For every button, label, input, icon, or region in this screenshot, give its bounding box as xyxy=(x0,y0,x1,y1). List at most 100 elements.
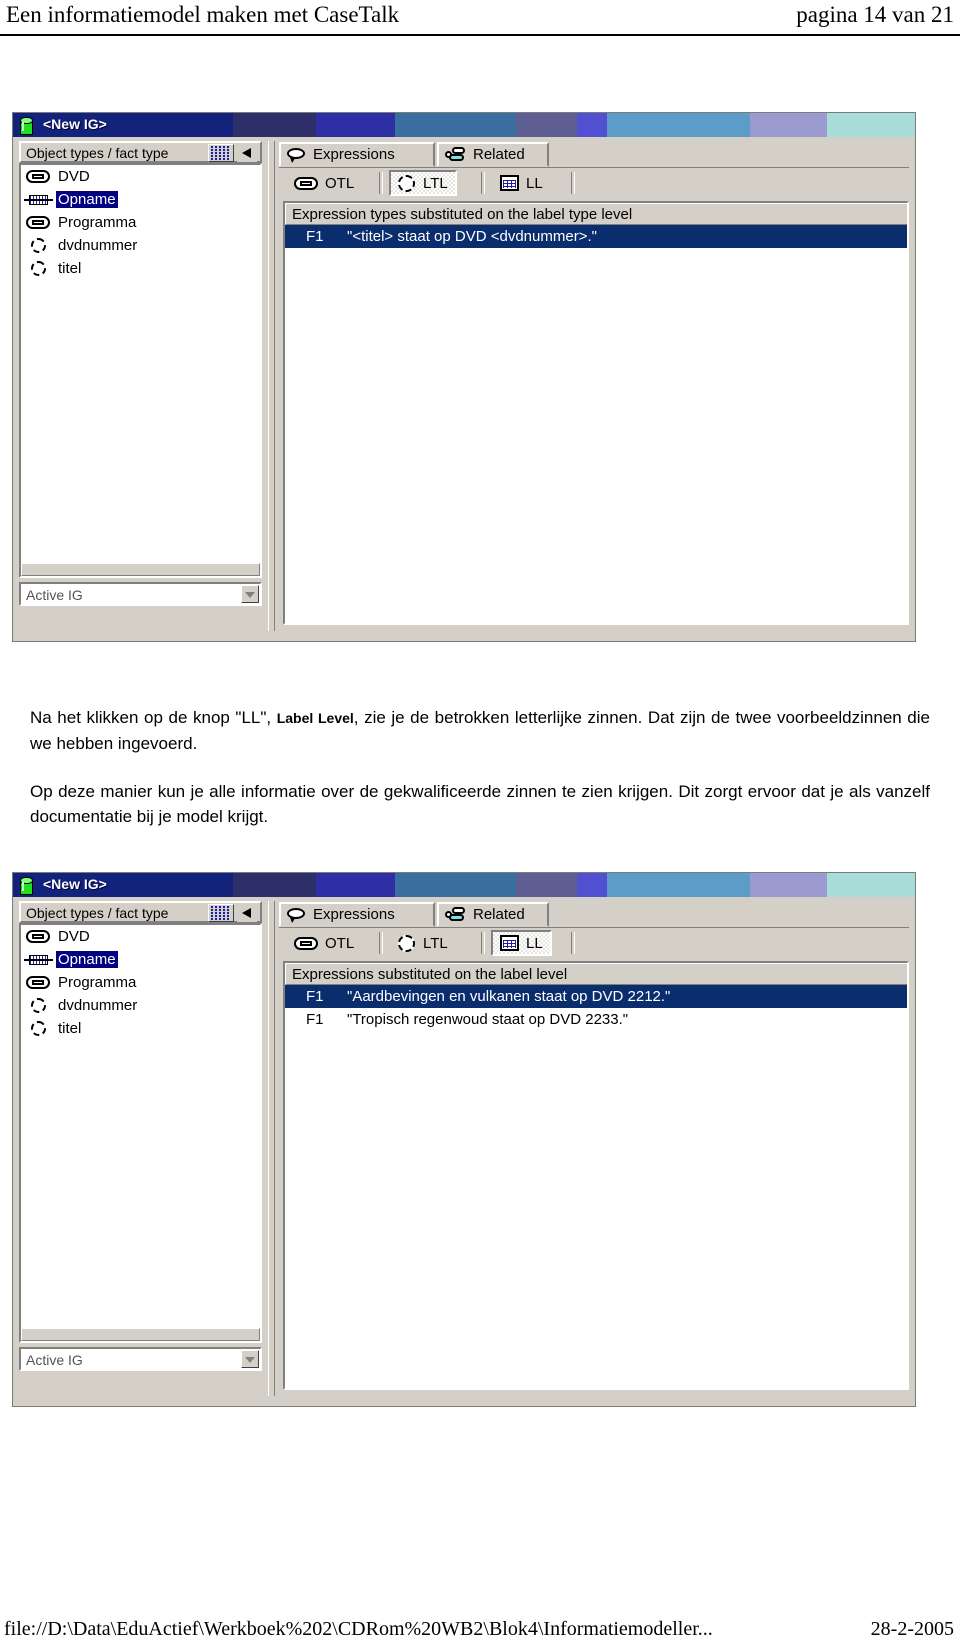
list-item[interactable]: dvdnummer xyxy=(21,234,260,257)
paragraph-1-emphasis: Label Level xyxy=(276,710,354,726)
label-type-icon xyxy=(398,174,416,192)
toolbar-separator xyxy=(481,172,485,194)
object-browser-header-1: Object types / fact type xyxy=(19,141,262,163)
table-grid-icon xyxy=(500,175,519,191)
tabstrip-2: Expressions Related xyxy=(279,901,909,928)
list-item-label: dvdnummer xyxy=(58,997,138,1014)
paragraph-1-part-1: Na het klikken op de knop "LL", xyxy=(30,708,277,727)
expression-code: F1 xyxy=(306,1011,324,1028)
list-item-label: titel xyxy=(58,1020,82,1037)
chevron-down-icon-1[interactable] xyxy=(241,585,259,603)
expressions-panel-1: Expressions Related OTL LTL LL Expressio… xyxy=(279,141,909,631)
object-type-list-2[interactable]: DVD Opname Programma dvdnummer titel xyxy=(19,923,262,1343)
tab-expressions-2[interactable]: Expressions xyxy=(279,902,435,927)
expression-text: "Tropisch regenwoud staat op DVD 2233." xyxy=(347,1011,629,1028)
tab-related-2[interactable]: Related xyxy=(437,902,549,927)
list-item-label: Programma xyxy=(58,974,137,991)
button-otl-1[interactable]: OTL xyxy=(285,170,364,196)
list-item[interactable]: dvdnummer xyxy=(21,994,260,1017)
object-type-list-1[interactable]: DVD Opname Programma dvdnummer titel xyxy=(19,163,262,578)
button-otl-2[interactable]: OTL xyxy=(285,930,364,956)
active-ig-dropdown-1[interactable]: Active IG xyxy=(19,582,262,606)
tab-expressions-1[interactable]: Expressions xyxy=(279,142,435,167)
chevron-down-icon-2[interactable] xyxy=(241,1350,259,1368)
object-type-icon xyxy=(294,936,318,951)
button-otl-label-2: OTL xyxy=(325,934,355,952)
list-item-label: dvdnummer xyxy=(58,237,138,254)
paragraph-2: Op deze manier kun je alle informatie ov… xyxy=(30,779,930,829)
expression-text: "Aardbevingen en vulkanen staat op DVD 2… xyxy=(347,988,671,1005)
toolbar-separator xyxy=(481,932,485,954)
table-row[interactable]: F1 "Tropisch regenwoud staat op DVD 2233… xyxy=(285,1008,907,1031)
paragraph-1: Na het klikken op de knop "LL", Label Le… xyxy=(30,705,930,756)
button-otl-label-1: OTL xyxy=(325,174,355,192)
object-browser-panel-1: Object types / fact type DVD Opname Prog… xyxy=(19,141,262,606)
horizontal-scrollbar-1[interactable] xyxy=(21,563,260,576)
list-item-label: Opname xyxy=(56,191,118,208)
paragraph-2-text: Op deze manier kun je alle informatie ov… xyxy=(30,782,930,826)
list-item[interactable]: Opname xyxy=(21,188,260,211)
toolbar-separator xyxy=(571,172,575,194)
window-titlebar-1[interactable]: <New IG> xyxy=(13,113,915,137)
grid-view-icon-1[interactable] xyxy=(208,144,234,162)
list-item-label: Programma xyxy=(58,214,137,231)
list-item-label: DVD xyxy=(58,928,90,945)
window-title-2: <New IG> xyxy=(43,876,107,892)
button-ll-label-1: LL xyxy=(526,174,543,192)
toolbar-separator xyxy=(379,172,383,194)
button-ltl-1[interactable]: LTL xyxy=(389,170,457,196)
active-ig-value-1: Active IG xyxy=(26,587,83,603)
button-ltl-2[interactable]: LTL xyxy=(389,930,457,956)
active-ig-dropdown-2[interactable]: Active IG xyxy=(19,1347,262,1371)
object-browser-header-2: Object types / fact type xyxy=(19,901,262,923)
button-ltl-label-1: LTL xyxy=(423,174,448,192)
list-item[interactable]: titel xyxy=(21,257,260,280)
list-item[interactable]: titel xyxy=(21,1017,260,1040)
fact-type-icon xyxy=(24,191,54,208)
horizontal-scrollbar-2[interactable] xyxy=(21,1328,260,1341)
table-grid-icon xyxy=(500,935,519,951)
tab-related-label-1: Related xyxy=(473,146,525,163)
expression-list-header-2: Expressions substituted on the label lev… xyxy=(285,963,907,985)
expression-code: F1 xyxy=(306,228,324,245)
table-row[interactable]: F1 "<titel> staat op DVD <dvdnummer>." xyxy=(285,225,907,248)
list-item[interactable]: Opname xyxy=(21,948,260,971)
expression-list-header-1: Expression types substituted on the labe… xyxy=(285,203,907,225)
grid-view-icon-2[interactable] xyxy=(208,904,234,922)
list-item-label: titel xyxy=(58,260,82,277)
fact-type-icon xyxy=(24,951,54,968)
collapse-arrow-icon-2[interactable] xyxy=(237,904,257,922)
tab-related-1[interactable]: Related xyxy=(437,142,549,167)
page-number: pagina 14 van 21 xyxy=(796,2,954,27)
document-title: Een informatiemodel maken met CaseTalk xyxy=(6,2,400,27)
related-nodes-icon xyxy=(445,907,467,922)
panel-splitter-1[interactable] xyxy=(268,141,275,631)
collapse-arrow-icon-1[interactable] xyxy=(237,144,257,162)
object-type-icon xyxy=(294,176,318,191)
expression-text: "<titel> staat op DVD <dvdnummer>." xyxy=(347,228,597,245)
button-ll-2[interactable]: LL xyxy=(491,930,552,956)
speech-bubble-icon xyxy=(287,907,307,923)
expressions-panel-2: Expressions Related OTL LTL LL Expressio… xyxy=(279,901,909,1396)
label-type-icon xyxy=(24,237,54,254)
page-header: Een informatiemodel maken met CaseTalk p… xyxy=(0,0,960,46)
object-type-icon xyxy=(24,214,54,231)
list-item[interactable]: Programma xyxy=(21,971,260,994)
level-button-row-2: OTL LTL LL xyxy=(279,928,909,958)
panel-splitter-2[interactable] xyxy=(268,901,275,1396)
label-type-icon xyxy=(24,1020,54,1037)
expression-list-1[interactable]: Expression types substituted on the labe… xyxy=(283,201,909,625)
table-row[interactable]: F1 "Aardbevingen en vulkanen staat op DV… xyxy=(285,985,907,1008)
list-item[interactable]: Programma xyxy=(21,211,260,234)
toolbar-separator xyxy=(379,932,383,954)
button-ll-1[interactable]: LL xyxy=(491,170,552,196)
object-type-icon xyxy=(24,974,54,991)
tab-expressions-label-2: Expressions xyxy=(313,906,395,923)
list-item[interactable]: DVD xyxy=(21,165,260,188)
database-icon xyxy=(20,877,33,895)
list-item[interactable]: DVD xyxy=(21,925,260,948)
window-titlebar-2[interactable]: <New IG> xyxy=(13,873,915,897)
expression-list-2[interactable]: Expressions substituted on the label lev… xyxy=(283,961,909,1390)
footer-date: 28-2-2005 xyxy=(870,1618,954,1640)
database-icon xyxy=(20,117,33,135)
